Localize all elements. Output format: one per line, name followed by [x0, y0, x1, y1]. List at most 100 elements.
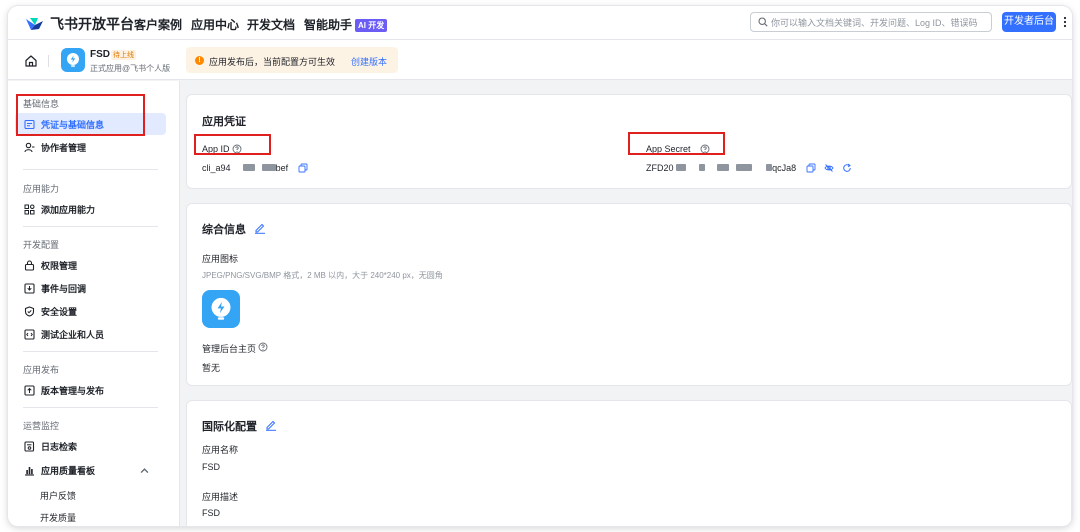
app-secret-suffix: qcJa8: [772, 163, 797, 173]
redaction-mask: [676, 164, 687, 171]
search-box[interactable]: [750, 12, 992, 32]
notice-text: 应用发布后，当前配置方可生效: [209, 57, 336, 67]
credentials-title: 应用凭证: [202, 116, 246, 128]
log-search-icon: [24, 440, 35, 452]
copy-icon[interactable]: [806, 163, 816, 173]
divider: [23, 226, 158, 227]
top-navigation: 飞书开放平台 客户案例 应用中心 开发文档 智能助手AI 开发 开发者后台: [8, 6, 1072, 40]
app-icon-preview[interactable]: [202, 290, 240, 328]
sidebar-item-label: 事件与回调: [41, 283, 87, 294]
sidebar-item-quality[interactable]: 应用质量看板: [15, 459, 166, 481]
app-id-label: App ID: [202, 144, 230, 154]
event-icon: [24, 282, 35, 294]
app-name-label: 应用名称: [202, 445, 239, 455]
brand[interactable]: 飞书开放平台: [24, 14, 134, 34]
ai-badge: AI 开发: [355, 19, 388, 32]
sidebar-item-label: 安全设置: [41, 306, 78, 317]
sidebar-group-ops: 运营监控: [23, 421, 60, 431]
sidebar-group-ability: 应用能力: [23, 184, 60, 194]
chevron-up-icon[interactable]: [139, 465, 150, 476]
app-id-value: cli_a94 bef: [202, 163, 288, 173]
credentials-card: 应用凭证 App ID cli_a94 bef App Secret ZFD20…: [186, 94, 1072, 189]
upload-icon: [24, 384, 35, 396]
redaction-mask: [717, 164, 730, 171]
help-circle-icon[interactable]: [258, 342, 268, 352]
app-subtitle: 正式应用@飞书个人版: [90, 64, 171, 73]
app-name: FSD: [90, 49, 110, 60]
release-notice: ! 应用发布后，当前配置方可生效 创建版本: [186, 47, 398, 73]
app-name-value: FSD: [202, 462, 220, 472]
sidebar-item-security[interactable]: 安全设置: [15, 300, 166, 322]
app-status-badge: 待上线: [111, 50, 136, 60]
i18n-card: 国际化配置 应用名称 FSD 应用描述 FSD: [186, 400, 1072, 526]
search-icon: [758, 17, 768, 27]
credential-card-icon: [24, 119, 35, 129]
developer-console-button[interactable]: 开发者后台: [1002, 12, 1056, 32]
app-secret-prefix: ZFD20: [646, 163, 674, 173]
app-bulb-icon: [67, 53, 79, 67]
nav-customer-cases[interactable]: 客户案例: [134, 16, 182, 33]
bar-chart-icon: [25, 466, 34, 476]
refresh-icon[interactable]: [842, 163, 852, 173]
sidebar-item-permissions[interactable]: 权限管理: [15, 254, 166, 276]
edit-icon[interactable]: [254, 222, 266, 234]
redaction-mask: [735, 164, 752, 171]
edit-icon[interactable]: [265, 419, 277, 431]
sidebar-item-label: 测试企业和人员: [41, 329, 105, 340]
app-description-value: FSD: [202, 508, 220, 518]
apps-grid-icon: [24, 204, 35, 214]
more-vertical-icon[interactable]: [1063, 16, 1067, 28]
sidebar-item-label: 应用质量看板: [41, 465, 96, 476]
divider: [23, 351, 158, 352]
search-input[interactable]: [771, 15, 986, 30]
divider: [23, 169, 158, 170]
app-bulb-icon: [211, 297, 231, 320]
app-secret-value: ZFD20 qcJa8: [646, 163, 796, 173]
nav-app-center[interactable]: 应用中心: [191, 16, 239, 33]
help-circle-icon[interactable]: [700, 144, 710, 154]
app-description-label: 应用描述: [202, 492, 239, 502]
nav-ai-assistant[interactable]: 智能助手 AI 开发: [304, 16, 388, 33]
sidebar-item-credentials[interactable]: 凭证与基础信息: [15, 113, 166, 135]
user-icon: [24, 142, 35, 152]
eye-off-icon[interactable]: [824, 163, 834, 173]
app-id-suffix: bef: [275, 163, 289, 173]
sidebar-subitem-feedback[interactable]: 用户反馈: [40, 489, 76, 502]
code-icon: [24, 328, 35, 340]
sidebar-item-events[interactable]: 事件与回调: [15, 277, 166, 299]
sidebar-subitem-dev-quality[interactable]: 开发质量: [40, 511, 76, 524]
help-circle-icon[interactable]: [232, 144, 242, 154]
app-window: 飞书开放平台 客户案例 应用中心 开发文档 智能助手AI 开发 开发者后台: [8, 6, 1072, 526]
create-version-link[interactable]: 创建版本: [351, 55, 387, 68]
lock-icon: [24, 259, 35, 271]
redaction-mask: [243, 164, 256, 171]
app-header: FSD 待上线 正式应用@飞书个人版 ! 应用发布后，当前配置方可生效 创建版本: [8, 40, 1072, 80]
warning-icon: !: [195, 56, 204, 65]
sidebar-item-label: 添加应用能力: [41, 204, 96, 215]
sidebar-item-test-org[interactable]: 测试企业和人员: [15, 323, 166, 345]
copy-icon[interactable]: [298, 163, 308, 173]
sidebar-group-release: 应用发布: [23, 365, 60, 375]
admin-home-value: 暂无: [202, 363, 221, 373]
sidebar-item-logs[interactable]: 日志检索: [15, 435, 166, 457]
home-icon[interactable]: [24, 54, 38, 68]
sidebar-item-label: 版本管理与发布: [41, 385, 105, 396]
feishu-logo-icon: [26, 18, 43, 30]
app-secret-label: App Secret: [646, 144, 691, 154]
divider: [23, 407, 158, 408]
sidebar-item-label: 日志检索: [41, 441, 78, 452]
sidebar-item-label: 协作者管理: [41, 142, 87, 153]
app-id-prefix: cli_a94: [202, 163, 231, 173]
app-icon: [61, 48, 85, 72]
nav-dev-docs[interactable]: 开发文档: [247, 16, 295, 33]
redaction-mask: [698, 164, 705, 171]
app-icon-hint: JPEG/PNG/SVG/BMP 格式，2 MB 以内，大于 240*240 p…: [202, 271, 443, 280]
shield-icon: [24, 305, 35, 317]
sidebar-item-add-ability[interactable]: 添加应用能力: [15, 198, 166, 220]
sidebar-item-versions[interactable]: 版本管理与发布: [15, 379, 166, 401]
sidebar: 基础信息 凭证与基础信息 协作者管理 应用能力 添加应用能力 开发配置 权限管理…: [8, 81, 180, 526]
sidebar-group-dev: 开发配置: [23, 240, 60, 250]
sidebar-item-label: 凭证与基础信息: [41, 119, 105, 130]
sidebar-item-collaborators[interactable]: 协作者管理: [15, 136, 166, 158]
nav-ai-assistant-label: 智能助手: [304, 18, 353, 32]
